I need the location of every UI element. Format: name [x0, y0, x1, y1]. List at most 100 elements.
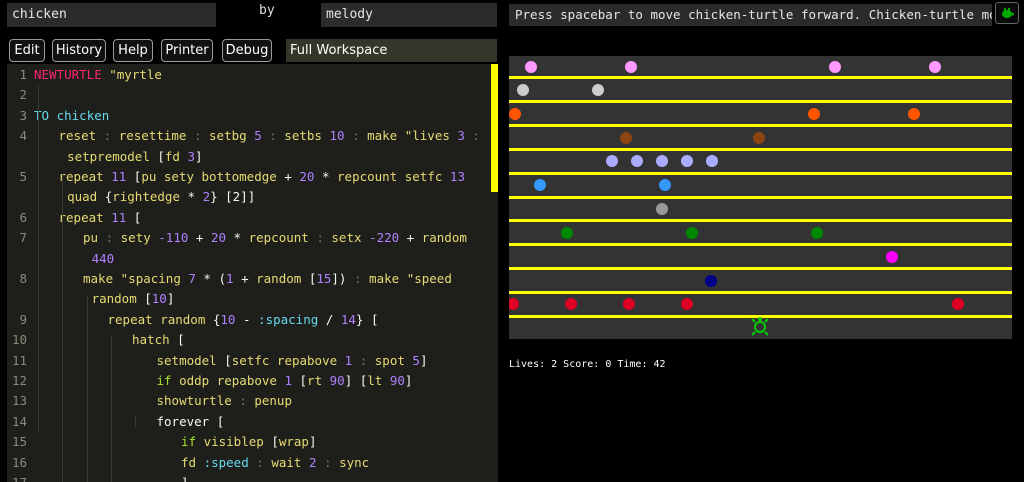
- car-dot: [829, 61, 841, 73]
- line-number: 16: [11, 454, 27, 470]
- lane-line: [509, 100, 1012, 103]
- code-token: quad: [67, 189, 105, 205]
- message-bar: Press spacebar to move chicken-turtle fo…: [509, 4, 992, 26]
- code-token: [: [157, 148, 165, 164]
- code-token: repcount: [248, 230, 309, 246]
- code-text: fd :speed : wait 2 : sync: [181, 455, 369, 470]
- code-text: reset : resettime : setbg 5 : setbs 10 :…: [59, 128, 481, 143]
- code-token: ]: [404, 373, 413, 388]
- line-number: 7: [19, 230, 27, 246]
- code-token: *: [187, 189, 203, 205]
- lane-line: [509, 124, 1012, 127]
- code-token: hatch: [132, 332, 178, 348]
- code-token: wrap: [278, 434, 309, 450]
- line-number: 3: [19, 107, 27, 123]
- code-token: +: [284, 169, 300, 184]
- code-token: :: [316, 454, 340, 470]
- by-label: by: [259, 3, 275, 18]
- code-token: showturtle: [156, 393, 232, 409]
- turtle-canvas[interactable]: [509, 56, 1012, 339]
- code-token: ] [: [344, 373, 368, 388]
- car-dot: [808, 108, 820, 120]
- code-token: 3: [457, 128, 465, 144]
- car-dot: [620, 132, 632, 144]
- lane-line: [509, 172, 1012, 175]
- code-token: 7: [188, 271, 196, 286]
- code-token: 5: [412, 352, 420, 368]
- code-text: repeat 11 [: [59, 210, 142, 225]
- printer-button[interactable]: Printer: [161, 39, 213, 62]
- code-token: wait: [271, 454, 309, 470]
- line-number: 13: [11, 393, 27, 409]
- code-token: make: [83, 271, 121, 286]
- car-dot: [561, 227, 573, 239]
- code-token: pu: [83, 230, 99, 246]
- code-token: "spacing: [120, 271, 189, 286]
- car-dot: [623, 298, 635, 310]
- code-token: 90: [389, 373, 405, 388]
- history-button[interactable]: History: [52, 39, 106, 62]
- car-dot: [811, 227, 823, 239]
- code-token: *: [226, 230, 249, 246]
- code-token: fd: [181, 454, 204, 470]
- car-dot: [525, 61, 537, 73]
- title-field[interactable]: chicken: [7, 3, 216, 27]
- code-token: penup: [254, 393, 292, 409]
- code-token: spot: [374, 352, 413, 368]
- indent-guide: [87, 295, 88, 482]
- help-button[interactable]: Help: [113, 39, 153, 62]
- car-dot: [686, 227, 698, 239]
- code-token: +: [233, 271, 257, 286]
- author-field[interactable]: melody: [321, 3, 497, 27]
- code-text: forever [: [157, 414, 225, 429]
- code-token: +: [188, 230, 211, 246]
- car-dot: [886, 251, 898, 263]
- code-token: -110: [158, 230, 189, 246]
- indent-guide: [62, 175, 63, 482]
- car-dot: [606, 155, 618, 167]
- car-dot: [534, 179, 546, 191]
- code-text: showturtle : penup: [157, 393, 292, 408]
- code-token: :: [248, 454, 272, 470]
- workspace-select[interactable]: Full Workspace: [286, 39, 497, 62]
- edit-button[interactable]: Edit: [9, 39, 45, 62]
- code-token: 11: [111, 169, 127, 184]
- code-token: *: [314, 169, 338, 184]
- code-token: [: [144, 291, 152, 307]
- car-dot: [706, 155, 718, 167]
- code-token: chicken: [49, 107, 110, 123]
- code-token: TO: [34, 107, 50, 123]
- code-token: 15: [316, 271, 332, 286]
- code-text: hatch [: [132, 332, 185, 347]
- code-token: :: [231, 393, 255, 409]
- code-token: :: [352, 352, 375, 368]
- car-dot: [952, 298, 964, 310]
- lane-line: [509, 243, 1012, 246]
- line-number: 9: [19, 311, 27, 327]
- code-token: [: [216, 413, 225, 429]
- code-token: repeat: [58, 169, 112, 184]
- lane-line: [509, 76, 1012, 79]
- line-number: 2: [19, 87, 27, 103]
- fullscreen-button[interactable]: [995, 2, 1019, 24]
- car-dot: [631, 155, 643, 167]
- code-token: ]: [166, 291, 175, 307]
- code-token: if: [156, 373, 180, 388]
- code-token: if: [181, 434, 204, 450]
- indent-guide: [135, 415, 136, 427]
- line-number: 1: [19, 67, 27, 82]
- code-token: sync: [339, 454, 370, 470]
- code-text: make "spacing 7 * (1 + random [15]) : ma…: [83, 271, 452, 286]
- code-text: quad {rightedge * 2} [2]]: [67, 189, 255, 204]
- debug-button[interactable]: Debug: [222, 39, 272, 62]
- editor-scrollbar[interactable]: [491, 64, 498, 192]
- code-text: if oddp repabove 1 [rt 90] [lt 90]: [157, 373, 413, 388]
- code-token: 1: [226, 271, 234, 286]
- code-token: random: [256, 271, 309, 286]
- code-editor[interactable]: 1 NEWTURTLE "myrtle 2 3 TO chicken 4 reset : r…: [7, 64, 498, 482]
- code-token: repabove: [276, 352, 345, 368]
- car-dot: [929, 61, 941, 73]
- code-token: setmodel: [156, 352, 225, 368]
- lane-line: [509, 219, 1012, 222]
- code-token: ]: [181, 475, 189, 482]
